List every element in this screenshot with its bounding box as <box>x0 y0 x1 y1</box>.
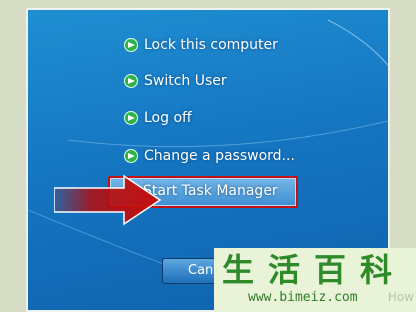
watermark-suffix: How <box>387 290 414 304</box>
log-off-label: Log off <box>144 110 192 126</box>
watermark-logo: 生 活 百 科 www.bimeiz.com How <box>214 248 416 312</box>
watermark-url: www.bimeiz.com <box>248 290 358 305</box>
watermark-char: 科 <box>359 251 392 289</box>
watermark-char: 生 <box>221 251 254 289</box>
watermark-char: 百 <box>313 251 346 289</box>
lock-computer-option[interactable]: Lock this computer <box>124 32 278 58</box>
green-arrow-icon <box>124 38 138 52</box>
switch-user-label: Switch User <box>144 73 227 89</box>
green-arrow-icon <box>124 149 138 163</box>
red-pointer-arrow-icon <box>54 174 162 226</box>
green-arrow-icon <box>124 111 138 125</box>
green-arrow-icon <box>124 74 138 88</box>
change-password-option[interactable]: Change a password... <box>124 143 295 169</box>
lock-computer-label: Lock this computer <box>144 37 278 53</box>
watermark-char: 活 <box>267 251 300 289</box>
change-password-label: Change a password... <box>144 148 295 164</box>
log-off-option[interactable]: Log off <box>124 105 192 131</box>
switch-user-option[interactable]: Switch User <box>124 68 227 94</box>
